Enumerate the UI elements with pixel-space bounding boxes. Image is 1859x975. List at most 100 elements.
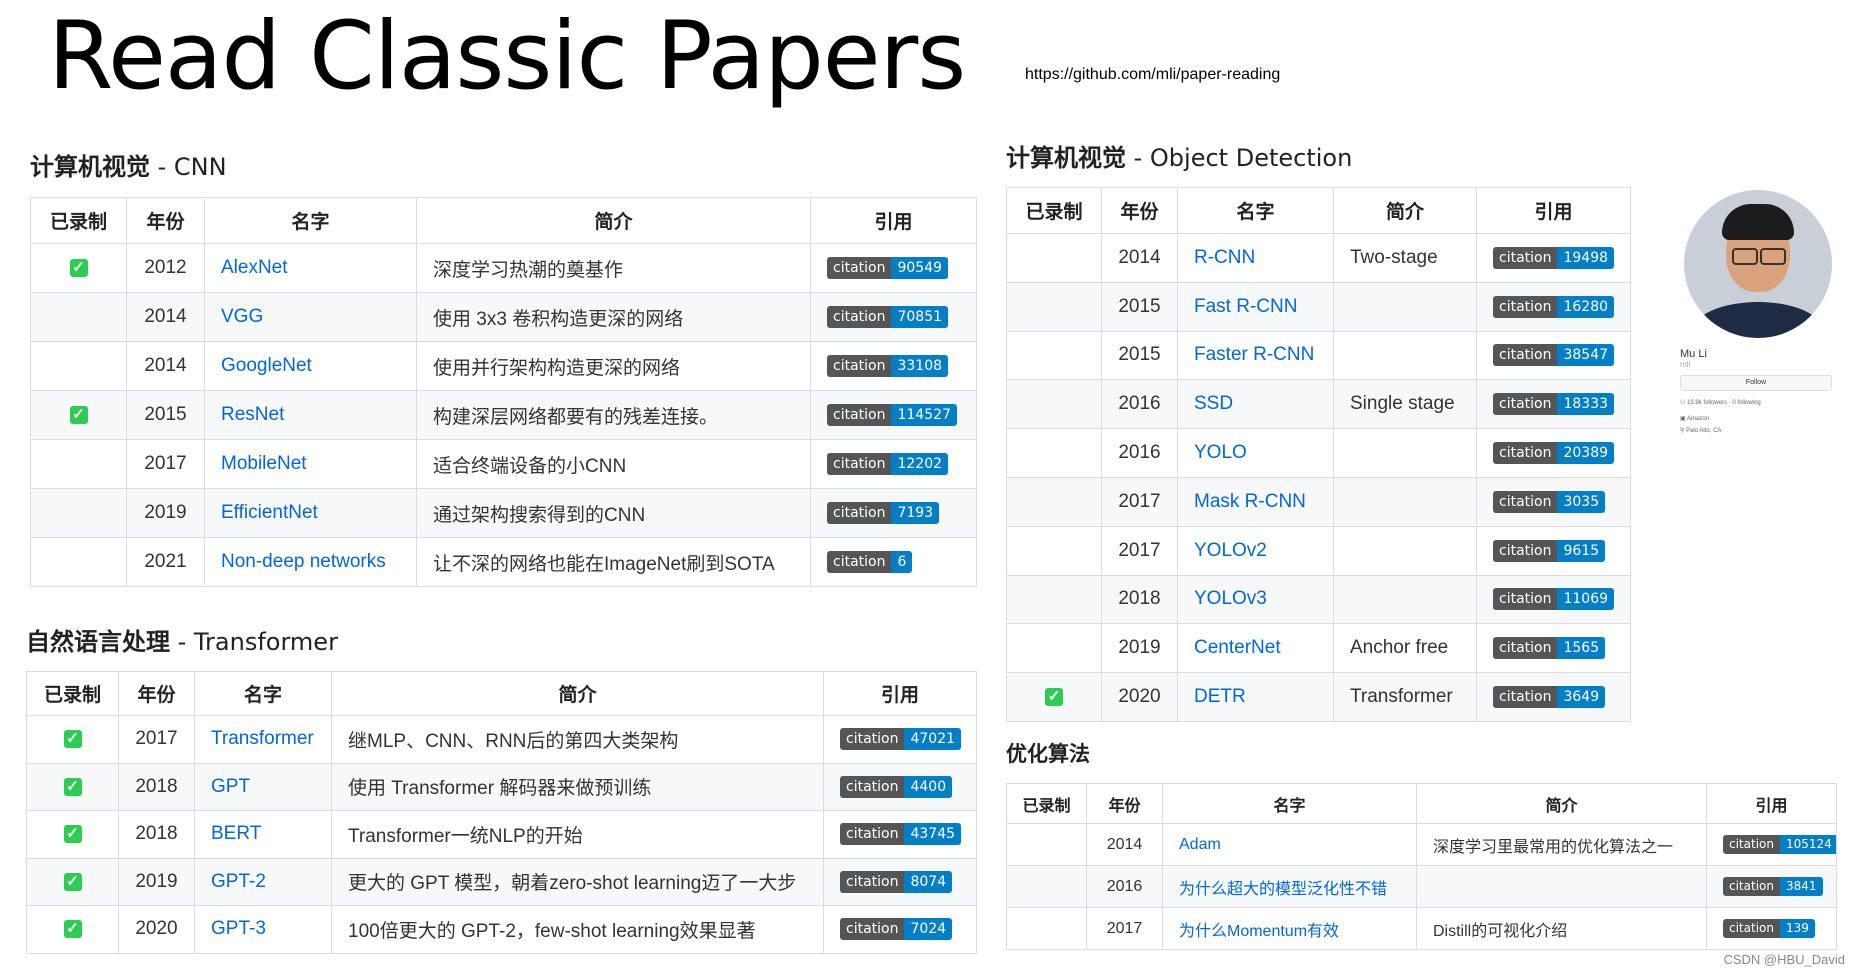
citation-badge[interactable]: citation 20389 xyxy=(1493,442,1615,465)
summary-cell: 继MLP、CNN、RNN后的第四大类架构 xyxy=(331,715,824,764)
name-cell: GPT-2 xyxy=(194,857,332,906)
paper-link[interactable]: 为什么超大的模型泛化性不错 xyxy=(1179,881,1387,898)
paper-link[interactable]: EfficientNet xyxy=(221,502,318,523)
citation-badge[interactable]: citation 3841 xyxy=(1723,877,1823,896)
citation-badge[interactable]: citation 9615 xyxy=(1493,539,1606,562)
paper-link[interactable]: GPT-3 xyxy=(211,918,266,939)
avatar-glasses-left xyxy=(1732,248,1758,265)
summary-cell: Distill的可视化介绍 xyxy=(1416,907,1707,950)
citation-badge[interactable]: citation 1565 xyxy=(1493,637,1606,660)
paper-link[interactable]: GoogleNet xyxy=(221,355,312,376)
paper-link[interactable]: Faster R-CNN xyxy=(1194,344,1314,365)
table-row: 2017 YOLOv2 citation 9615 xyxy=(1006,525,1631,576)
year-cell: 2017 xyxy=(126,439,205,489)
paper-link[interactable]: MobileNet xyxy=(221,453,307,474)
citation-badge-count: 4400 xyxy=(904,775,953,798)
citation-badge[interactable]: citation 43745 xyxy=(840,823,962,846)
recorded-cell xyxy=(1006,907,1087,950)
repo-url-link[interactable]: https://github.com/mli/paper-reading xyxy=(1025,66,1280,84)
paper-link[interactable]: GPT-2 xyxy=(211,871,266,892)
table-row: 2016 为什么超大的模型泛化性不错 citation 3841 xyxy=(1006,865,1837,908)
citation-badge[interactable]: citation 38547 xyxy=(1493,344,1615,367)
citation-badge[interactable]: citation 139 xyxy=(1723,919,1815,938)
citation-badge[interactable]: citation 7193 xyxy=(827,501,940,524)
avatar-shirt xyxy=(1692,302,1824,338)
citation-badge[interactable]: citation 114527 xyxy=(827,403,957,426)
paper-link[interactable]: Adam xyxy=(1179,836,1221,853)
year-cell: 2019 xyxy=(118,857,195,906)
paper-link[interactable]: Mask R-CNN xyxy=(1194,491,1306,512)
citation-badge[interactable]: citation 12202 xyxy=(827,452,949,475)
citation-badge-label: citation xyxy=(827,256,892,279)
table-body: 2014 Adam 深度学习里最常用的优化算法之一 citation 105124 201… xyxy=(1006,823,1837,950)
citation-badge[interactable]: citation 105124 xyxy=(1723,835,1836,854)
paper-link[interactable]: YOLO xyxy=(1194,442,1247,463)
header-citation: 引用 xyxy=(810,197,977,244)
citation-badge-label: citation xyxy=(1493,295,1558,318)
paper-link[interactable]: ResNet xyxy=(221,404,284,425)
paper-link[interactable]: DETR xyxy=(1194,686,1246,707)
name-cell: EfficientNet xyxy=(204,488,417,538)
citation-badge[interactable]: citation 6 xyxy=(827,550,913,573)
table-row: 2014 GoogleNet 使用并行架构构造更深的网络 citation 33108 xyxy=(30,341,977,391)
citation-cell: citation 11069 xyxy=(1476,574,1631,625)
citation-badge[interactable]: citation 4400 xyxy=(840,775,953,798)
table-row: 2018 YOLOv3 citation 11069 xyxy=(1006,574,1631,625)
paper-link[interactable]: YOLOv2 xyxy=(1194,540,1267,561)
paper-link[interactable]: SSD xyxy=(1194,393,1233,414)
check-icon: ✓ xyxy=(69,258,88,277)
paper-link[interactable]: Transformer xyxy=(211,728,314,749)
name-cell: GoogleNet xyxy=(204,341,417,391)
citation-badge-count: 90549 xyxy=(891,256,949,279)
citation-badge[interactable]: citation 11069 xyxy=(1493,588,1615,611)
paper-link[interactable]: 为什么Momentum有效 xyxy=(1179,923,1339,940)
year-cell: 2018 xyxy=(118,810,195,859)
table-row: ✓ 2012 AlexNet 深度学习热潮的奠基作 citation 90549 xyxy=(30,243,977,293)
year-cell: 2016 xyxy=(1086,865,1163,908)
paper-link[interactable]: R-CNN xyxy=(1194,247,1255,268)
paper-link[interactable]: BERT xyxy=(211,823,261,844)
header-citation: 引用 xyxy=(1706,783,1837,824)
follow-button[interactable]: Follow xyxy=(1680,375,1832,391)
name-cell: Fast R-CNN xyxy=(1177,281,1334,332)
paper-link[interactable]: AlexNet xyxy=(221,257,288,278)
citation-badge[interactable]: citation 8074 xyxy=(840,870,953,893)
paper-link[interactable]: Non-deep networks xyxy=(221,551,386,572)
paper-link[interactable]: VGG xyxy=(221,306,263,327)
paper-link[interactable]: Fast R-CNN xyxy=(1194,296,1297,317)
paper-link[interactable]: CenterNet xyxy=(1194,637,1281,658)
citation-badge[interactable]: citation 3035 xyxy=(1493,490,1606,513)
citation-badge[interactable]: citation 7024 xyxy=(840,918,953,941)
header-row: 已录制 年份 名字 简介 引用 xyxy=(1006,187,1631,234)
citation-cell: citation 47021 xyxy=(823,715,977,764)
citation-cell: citation 38547 xyxy=(1476,330,1631,381)
header-row: 已录制 年份 名字 简介 引用 xyxy=(1006,783,1837,824)
name-cell: GPT xyxy=(194,762,332,811)
citation-badge[interactable]: citation 19498 xyxy=(1493,246,1615,269)
year-cell: 2020 xyxy=(118,905,195,954)
citation-badge[interactable]: citation 90549 xyxy=(827,256,949,279)
paper-link[interactable]: YOLOv3 xyxy=(1194,588,1267,609)
citation-badge-label: citation xyxy=(827,452,892,475)
citation-badge[interactable]: citation 18333 xyxy=(1493,393,1615,416)
building-icon: ▣ xyxy=(1680,416,1686,422)
citation-badge[interactable]: citation 47021 xyxy=(840,728,962,751)
page-title: Read Classic Papers xyxy=(48,2,966,111)
profile-followers[interactable]: ⚇ 13.9k followers · 0 following xyxy=(1680,397,1840,409)
citation-badge[interactable]: citation 70851 xyxy=(827,305,949,328)
citation-badge-label: citation xyxy=(1493,686,1558,709)
section-title-cn: 计算机视觉 xyxy=(1006,144,1126,172)
profile-card: Mu Li mli Follow ⚇ 13.9k followers · 0 f… xyxy=(1680,190,1840,437)
citation-badge[interactable]: citation 3649 xyxy=(1493,686,1606,709)
company-text: Amazon xyxy=(1687,416,1710,422)
cnn-papers-table: 已录制 年份 名字 简介 引用 ✓ 2012 AlexNet 深度学习热潮的奠基作 citatio… xyxy=(30,197,977,587)
header-summary: 简介 xyxy=(1333,187,1477,234)
header-recorded: 已录制 xyxy=(1006,187,1102,234)
year-cell: 2016 xyxy=(1101,428,1178,478)
citation-badge[interactable]: citation 16280 xyxy=(1493,295,1615,318)
citation-badge[interactable]: citation 33108 xyxy=(827,354,949,377)
name-cell: Non-deep networks xyxy=(204,537,417,587)
year-cell: 2018 xyxy=(118,762,195,811)
paper-link[interactable]: GPT xyxy=(211,776,250,797)
citation-badge-count: 139 xyxy=(1779,919,1815,938)
